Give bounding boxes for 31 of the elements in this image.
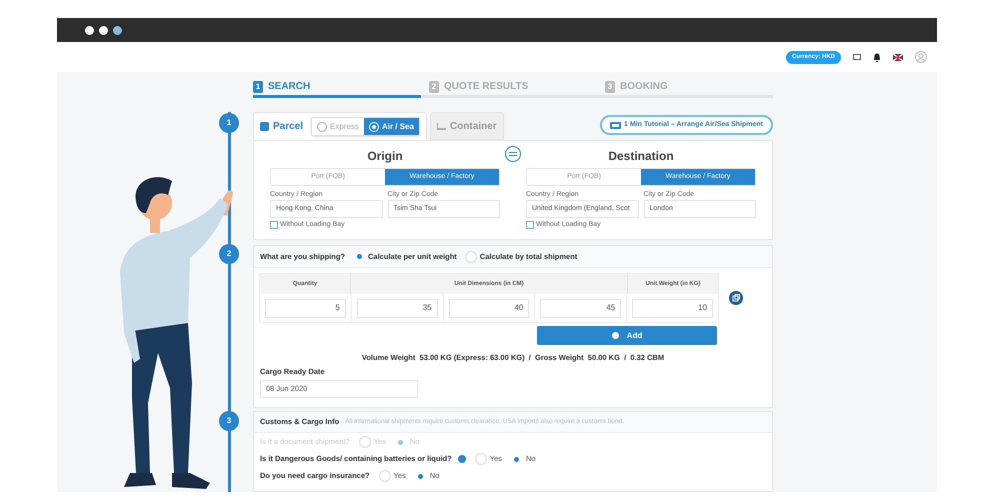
mode-toggle[interactable]: Air / Sea (364, 118, 419, 135)
checkbox[interactable] (526, 221, 534, 230)
step-tab[interactable]: 2 QUOTE RESULTS (421, 78, 597, 98)
step-tab[interactable]: 1 SEARCH (253, 78, 421, 98)
radio-button[interactable] (464, 250, 477, 262)
box-icon (260, 122, 269, 131)
number-field[interactable]: 10 (632, 298, 713, 318)
add-button[interactable]: Add (537, 326, 717, 345)
swap-button[interactable] (505, 146, 521, 162)
container-tab[interactable]: Container (430, 112, 504, 140)
location-title: Destination (608, 148, 674, 163)
copy-icon[interactable] (729, 291, 743, 305)
swap-icon (509, 151, 517, 157)
number-field[interactable]: 40 (448, 298, 530, 318)
number-field[interactable]: 45 (540, 298, 622, 318)
number-field[interactable]: 35 (356, 298, 438, 318)
step-marker: 3 (219, 411, 239, 431)
user-icon[interactable] (915, 51, 927, 63)
number-field[interactable]: 5 (265, 298, 346, 318)
bell-icon[interactable] (873, 52, 881, 62)
step-marker: 1 (219, 113, 239, 133)
step-tab[interactable]: 3 BOOKING (597, 78, 773, 98)
info-icon[interactable] (458, 455, 466, 463)
flag-icon[interactable] (893, 54, 903, 60)
radio-button[interactable] (378, 470, 391, 482)
step-marker: 2 (219, 244, 239, 264)
radio-button[interactable] (474, 453, 487, 465)
location-title: Origin (367, 148, 403, 163)
parcel-tab[interactable]: Parcel Express Air / Sea (253, 112, 427, 140)
checkbox[interactable] (270, 221, 278, 230)
mode-toggle[interactable]: Express (312, 118, 364, 135)
